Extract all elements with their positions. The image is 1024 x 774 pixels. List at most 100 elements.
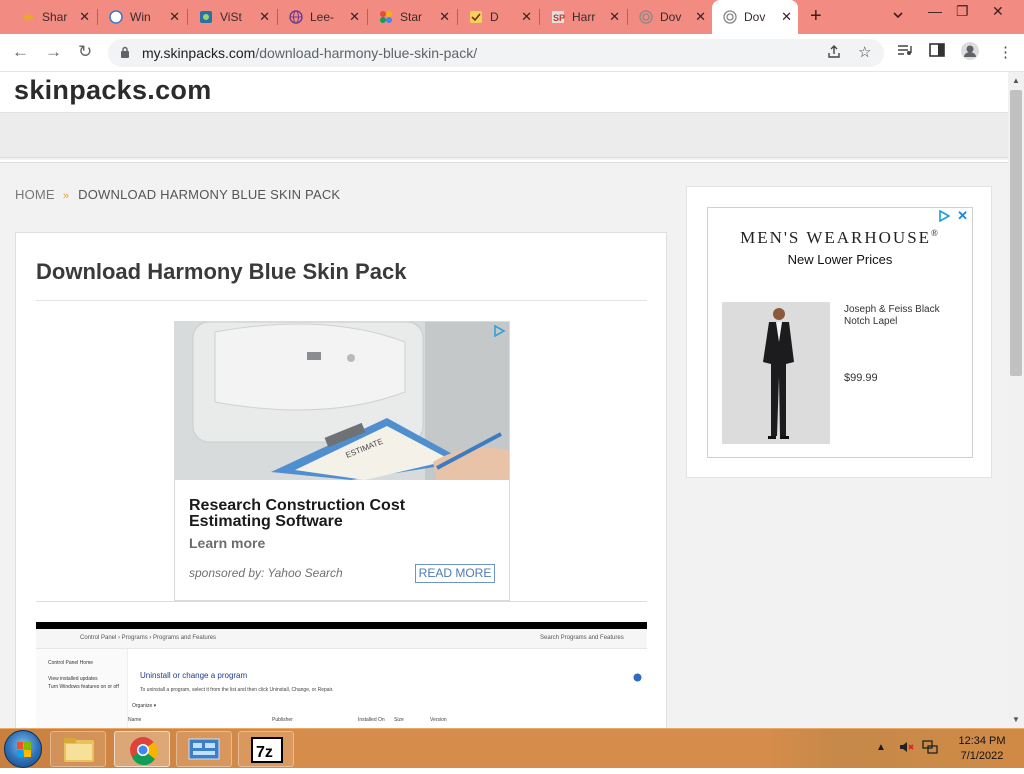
network-icon[interactable]: [922, 739, 938, 758]
restore-icon[interactable]: ❐: [956, 3, 969, 20]
suit-product-image[interactable]: [722, 302, 830, 444]
tab-7[interactable]: SP Harr ✕: [540, 4, 626, 30]
address-bar[interactable]: my.skinpacks.com/download-harmony-blue-s…: [108, 39, 884, 67]
browser-tab-strip: Shar ✕ Win ✕ ViSt ✕ Lee- ✕ Star ✕ D ✕ SP…: [0, 0, 1024, 34]
sponsored-ad[interactable]: ESTIMATE Research Construction Cost Esti…: [174, 321, 510, 601]
ad-product-name[interactable]: Joseph & Feiss Black Notch Lapel: [844, 304, 956, 328]
page-viewport: skinpacks.com HOME » DOWNLOAD HARMONY BLUE…: [0, 72, 1008, 728]
forward-arrow-icon[interactable]: →: [45, 42, 62, 62]
man-in-suit-image: [722, 302, 830, 444]
svg-text:7z: 7z: [256, 744, 273, 761]
scroll-up-arrow-icon[interactable]: ▲: [1012, 76, 1020, 85]
tab-9-active[interactable]: Dov ✕: [712, 0, 798, 34]
read-more-button[interactable]: READ MORE: [415, 564, 495, 583]
ad-close-icon[interactable]: ✕: [957, 208, 968, 224]
volume-muted-icon[interactable]: [898, 739, 914, 758]
tab-title: Dov: [744, 10, 766, 24]
ad-product-price: $99.99: [844, 372, 878, 384]
post-title: Download Harmony Blue Skin Pack: [36, 259, 407, 284]
pinwheel-icon: [378, 9, 394, 25]
page-scrollbar[interactable]: ▲ ▼: [1008, 72, 1024, 728]
scrollbar-thumb[interactable]: [1010, 90, 1022, 376]
close-tab-icon[interactable]: ✕: [609, 10, 620, 23]
ad-learn-more-link[interactable]: Learn more: [189, 535, 265, 551]
site-nav-bar: [0, 112, 1008, 158]
embed-col: Version: [430, 717, 447, 723]
start-button-windows-icon[interactable]: [4, 730, 42, 768]
embed-side-link: Control Panel Home: [48, 660, 94, 666]
url-text[interactable]: my.skinpacks.com/download-harmony-blue-s…: [142, 45, 477, 61]
estimate-clipboard-image: ESTIMATE: [175, 322, 509, 480]
system-clock[interactable]: 12:34 PM 7/1/2022: [952, 734, 1012, 764]
mens-wearhouse-ad[interactable]: ✕ MEN'S WEARHOUSE® New Lower Prices Jose…: [707, 207, 973, 458]
close-tab-icon[interactable]: ✕: [781, 10, 792, 23]
reload-icon[interactable]: ↻: [78, 42, 92, 62]
embed-search: Search Programs and Features: [540, 635, 624, 641]
tab-title: Shar: [42, 10, 68, 24]
tab-title: Win: [130, 10, 151, 24]
close-tab-icon[interactable]: ✕: [79, 10, 90, 23]
ad-choices-icon[interactable]: [492, 324, 507, 338]
sidebar-widget: ✕ MEN'S WEARHOUSE® New Lower Prices Jose…: [686, 186, 992, 478]
ad-choices-icon[interactable]: [938, 210, 950, 222]
ad-headline[interactable]: Research Construction Cost Estimating So…: [189, 498, 489, 530]
tab-8[interactable]: Dov ✕: [628, 4, 712, 30]
tab-3[interactable]: ViSt ✕: [188, 4, 276, 30]
title-divider: [36, 300, 647, 301]
bookmark-star-icon[interactable]: ☆: [858, 43, 871, 61]
new-tab-plus-icon[interactable]: +: [810, 6, 822, 26]
tab-title: ViSt: [220, 10, 242, 24]
scroll-down-arrow-icon[interactable]: ▼: [1012, 715, 1020, 724]
embed-col: Publisher: [272, 717, 293, 723]
ad-tagline: New Lower Prices: [787, 252, 893, 267]
menu-kebab-icon[interactable]: ⋮: [998, 43, 1013, 61]
close-tab-icon[interactable]: ✕: [259, 10, 270, 23]
show-hidden-icons-icon[interactable]: ▲: [876, 742, 886, 753]
share-icon[interactable]: [826, 44, 842, 64]
profile-avatar-icon[interactable]: [960, 41, 980, 65]
taskbar-file-explorer[interactable]: [50, 731, 106, 767]
embed-side-link: Turn Windows features on or off: [48, 684, 119, 690]
windows-taskbar: 7z ▲ 12:34 PM 7/1/2022: [0, 728, 1024, 768]
embed-subtext: To uninstall a program, select it from t…: [140, 687, 334, 693]
breadcrumb-home[interactable]: HOME: [15, 187, 55, 202]
embed-heading: Uninstall or change a program: [140, 671, 248, 680]
close-tab-icon[interactable]: ✕: [169, 10, 180, 23]
taskbar-7zip[interactable]: 7z: [238, 731, 294, 767]
close-tab-icon[interactable]: ✕: [349, 10, 360, 23]
tab-2[interactable]: Win ✕: [98, 4, 186, 30]
taskbar-control-panel[interactable]: [176, 731, 232, 767]
ad-brand-name: MEN'S WEARHOUSE: [740, 228, 932, 247]
site-logo[interactable]: skinpacks.com: [14, 75, 212, 106]
tab-1[interactable]: Shar ✕: [10, 4, 96, 30]
tab-search-chevron-icon[interactable]: [892, 7, 904, 23]
minimize-icon[interactable]: —: [928, 3, 942, 19]
lock-icon[interactable]: [120, 46, 130, 59]
close-tab-icon[interactable]: ✕: [695, 10, 706, 23]
ad-image[interactable]: ESTIMATE: [175, 322, 509, 480]
folder-icon: [64, 738, 94, 762]
ad-registered-mark: ®: [931, 228, 940, 238]
tab-6[interactable]: D ✕: [458, 4, 538, 30]
clock-date: 7/1/2022: [960, 750, 1004, 762]
tab-title: D: [490, 10, 499, 24]
close-tab-icon[interactable]: ✕: [439, 10, 450, 23]
clock-time: 12:34 PM: [958, 735, 1006, 747]
ad-sponsor-text: sponsored by: Yahoo Search: [189, 566, 343, 580]
tab-5[interactable]: Star ✕: [368, 4, 456, 30]
embed-organize: Organize ▾: [132, 703, 157, 709]
pointer-icon: [20, 9, 36, 25]
media-queue-icon[interactable]: [897, 43, 913, 61]
taskbar-google-chrome[interactable]: [114, 731, 170, 767]
close-window-icon[interactable]: ✕: [992, 3, 1004, 20]
7zip-icon: 7z: [251, 737, 283, 763]
embed-help-icon: [633, 673, 642, 682]
side-panel-icon[interactable]: [929, 43, 945, 61]
back-arrow-icon[interactable]: ←: [12, 42, 29, 62]
ad-brand[interactable]: MEN'S WEARHOUSE®: [708, 228, 972, 248]
tab-4[interactable]: Lee- ✕: [278, 4, 366, 30]
close-tab-icon[interactable]: ✕: [521, 10, 532, 23]
embed-address-bar: Control Panel › Programs › Programs and …: [36, 629, 647, 649]
browser-toolbar: ← → ↻ my.skinpacks.com/download-harmony-…: [0, 34, 1024, 72]
site-header: skinpacks.com: [0, 72, 1008, 112]
